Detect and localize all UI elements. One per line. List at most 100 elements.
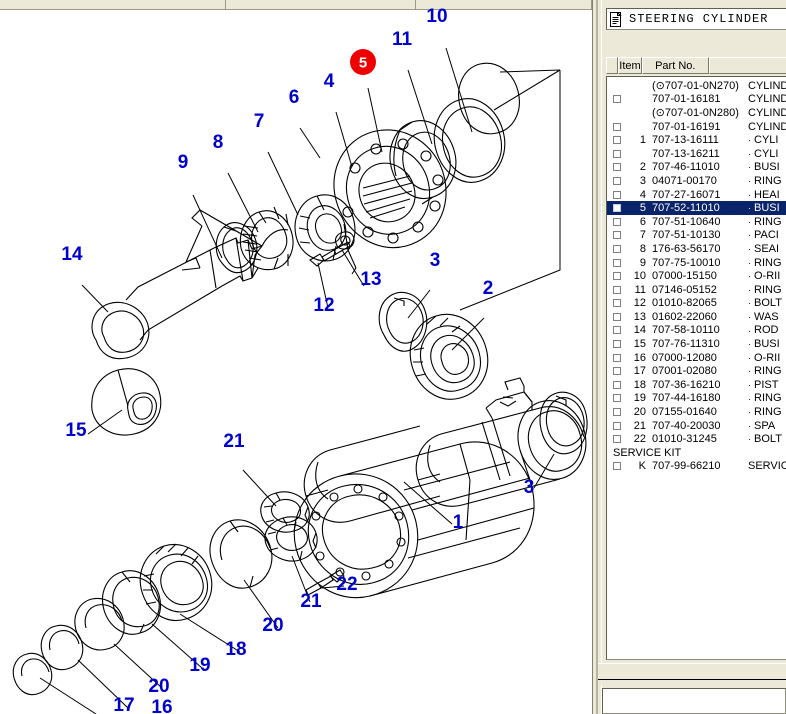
row-checkbox-cell[interactable] <box>607 258 627 267</box>
row-checkbox-cell[interactable] <box>607 149 627 158</box>
row-checkbox-cell[interactable] <box>607 95 627 104</box>
part-22-bolt <box>305 569 345 596</box>
table-row[interactable]: 16 07000-12080 · O-RII <box>607 351 786 365</box>
row-item-number: 7 <box>639 229 646 242</box>
checkbox-icon[interactable] <box>613 231 621 240</box>
table-row[interactable]: 707-13-16211 · CYLI <box>607 147 786 161</box>
table-row[interactable]: 14 707-58-10110 · ROD <box>607 324 786 338</box>
row-checkbox-cell[interactable] <box>607 231 627 240</box>
table-row[interactable]: 1 707-13-16111 · CYLI <box>607 133 786 147</box>
row-description: CYLIND <box>748 106 786 119</box>
table-row[interactable]: 3 04071-00170 · RING <box>607 174 786 188</box>
column-header-checkbox[interactable] <box>606 57 619 74</box>
checkbox-icon[interactable] <box>613 312 621 321</box>
row-checkbox-cell[interactable] <box>607 217 627 226</box>
table-row[interactable]: 707-01-16181 CYLIND <box>607 93 786 107</box>
checkbox-icon[interactable] <box>613 435 621 444</box>
column-header-part-no[interactable]: Part No. <box>641 57 709 74</box>
row-checkbox-cell[interactable] <box>607 136 627 145</box>
row-checkbox-cell[interactable] <box>607 435 627 444</box>
table-row[interactable]: 12 01010-82065 · BOLT <box>607 297 786 311</box>
row-checkbox-cell[interactable] <box>607 353 627 362</box>
part-10-oring <box>458 62 561 135</box>
row-checkbox-cell[interactable] <box>607 190 627 199</box>
checkbox-icon[interactable] <box>613 272 621 281</box>
row-part-number: 07000-12080 <box>652 351 717 364</box>
table-row[interactable]: (⊙707-01-0N280) CYLIND <box>607 106 786 120</box>
table-row[interactable]: 15 707-76-11310 · BUSI <box>607 337 786 351</box>
row-checkbox-cell[interactable] <box>607 340 627 349</box>
row-checkbox-cell[interactable] <box>607 367 627 376</box>
row-part-number: 707-75-10010 <box>652 256 721 269</box>
parts-list-box[interactable]: (⊙707-01-0N270) CYLIND 707-01-16181 CYLIND(… <box>606 76 786 660</box>
table-row[interactable]: 13 01602-22060 · WAS <box>607 310 786 324</box>
table-column-headers[interactable]: Item Part No. <box>606 57 786 74</box>
checkbox-icon[interactable] <box>613 122 621 131</box>
row-checkbox-cell[interactable] <box>607 285 627 294</box>
checkbox-icon[interactable] <box>613 190 621 199</box>
table-row[interactable]: 11 07146-05152 · RING <box>607 283 786 297</box>
row-checkbox-cell[interactable] <box>607 326 627 335</box>
checkbox-icon[interactable] <box>613 326 621 335</box>
assembly-title-bar[interactable]: STEERING CYLINDER <box>606 8 786 30</box>
checkbox-icon[interactable] <box>613 408 621 417</box>
table-row[interactable]: 2 707-46-11010 · BUSI <box>607 161 786 175</box>
table-row[interactable]: 19 707-44-16180 · RING <box>607 392 786 406</box>
row-checkbox-cell[interactable] <box>607 244 627 253</box>
row-description: CYLIND <box>748 120 786 133</box>
table-row[interactable]: 18 707-36-16210 · PIST <box>607 378 786 392</box>
checkbox-icon[interactable] <box>613 340 621 349</box>
checkbox-icon[interactable] <box>613 176 621 185</box>
table-row[interactable]: 21 707-40-20030 · SPA <box>607 419 786 433</box>
checkbox-icon[interactable] <box>613 285 621 294</box>
checkbox-icon[interactable] <box>613 462 621 471</box>
table-row[interactable]: 10 07000-15150 · O-RII <box>607 269 786 283</box>
row-checkbox-cell[interactable] <box>607 421 627 430</box>
row-checkbox-cell[interactable] <box>607 312 627 321</box>
row-checkbox-cell[interactable] <box>607 176 627 185</box>
checkbox-icon[interactable] <box>613 136 621 145</box>
diagram-pane[interactable]: 10 11 4 6 7 8 9 14 15 12 13 3 2 3 1 21 21 22 20 18 19 20 17 16 … <box>0 0 592 714</box>
checkbox-icon[interactable] <box>613 163 621 172</box>
checkbox-icon[interactable] <box>613 258 621 267</box>
row-checkbox-cell[interactable] <box>607 394 627 403</box>
row-description: · O-RII <box>748 351 781 364</box>
horizontal-splitter[interactable] <box>598 663 786 685</box>
table-row[interactable]: 4 707-27-16071 · HEAI <box>607 188 786 202</box>
row-checkbox-cell[interactable] <box>607 380 627 389</box>
table-row[interactable]: K 707-99-66210 SERVIC <box>607 460 786 474</box>
exploded-parts-diagram[interactable] <box>0 10 592 714</box>
table-row[interactable]: 5 707-52-11010 · BUSI <box>607 201 786 215</box>
table-row[interactable]: 20 07155-01640 · RING <box>607 405 786 419</box>
checkbox-icon[interactable] <box>613 244 621 253</box>
checkbox-icon[interactable] <box>613 421 621 430</box>
checkbox-icon[interactable] <box>613 217 621 226</box>
detail-pane[interactable] <box>602 688 786 714</box>
table-row[interactable]: 7 707-51-10130 · PACI <box>607 229 786 243</box>
table-row[interactable]: 9 707-75-10010 · RING <box>607 256 786 270</box>
checkbox-icon[interactable] <box>613 394 621 403</box>
table-row[interactable]: (⊙707-01-0N270) CYLIND <box>607 79 786 93</box>
row-checkbox-cell[interactable] <box>607 163 627 172</box>
table-row[interactable]: 22 01010-31245 · BOLT <box>607 432 786 446</box>
column-header-description[interactable] <box>708 57 786 74</box>
row-item-number: 6 <box>639 215 646 228</box>
checkbox-icon[interactable] <box>613 95 621 104</box>
checkbox-icon[interactable] <box>613 149 621 158</box>
table-row[interactable]: 17 07001-02080 · RING <box>607 364 786 378</box>
checkbox-icon[interactable] <box>613 299 621 308</box>
column-header-item[interactable]: Item <box>618 57 642 74</box>
table-row[interactable]: 707-01-16191 CYLIND <box>607 120 786 134</box>
checkbox-icon[interactable] <box>613 367 621 376</box>
row-checkbox-cell[interactable] <box>607 272 627 281</box>
row-checkbox-cell[interactable] <box>607 299 627 308</box>
row-checkbox-cell[interactable] <box>607 462 627 471</box>
checkbox-icon[interactable] <box>613 204 621 213</box>
table-row[interactable]: 8 176-63-56170 · SEAI <box>607 242 786 256</box>
row-checkbox-cell[interactable] <box>607 122 627 131</box>
table-row[interactable]: 6 707-51-10640 · RING <box>607 215 786 229</box>
checkbox-icon[interactable] <box>613 380 621 389</box>
row-checkbox-cell[interactable] <box>607 204 627 213</box>
checkbox-icon[interactable] <box>613 353 621 362</box>
row-checkbox-cell[interactable] <box>607 408 627 417</box>
